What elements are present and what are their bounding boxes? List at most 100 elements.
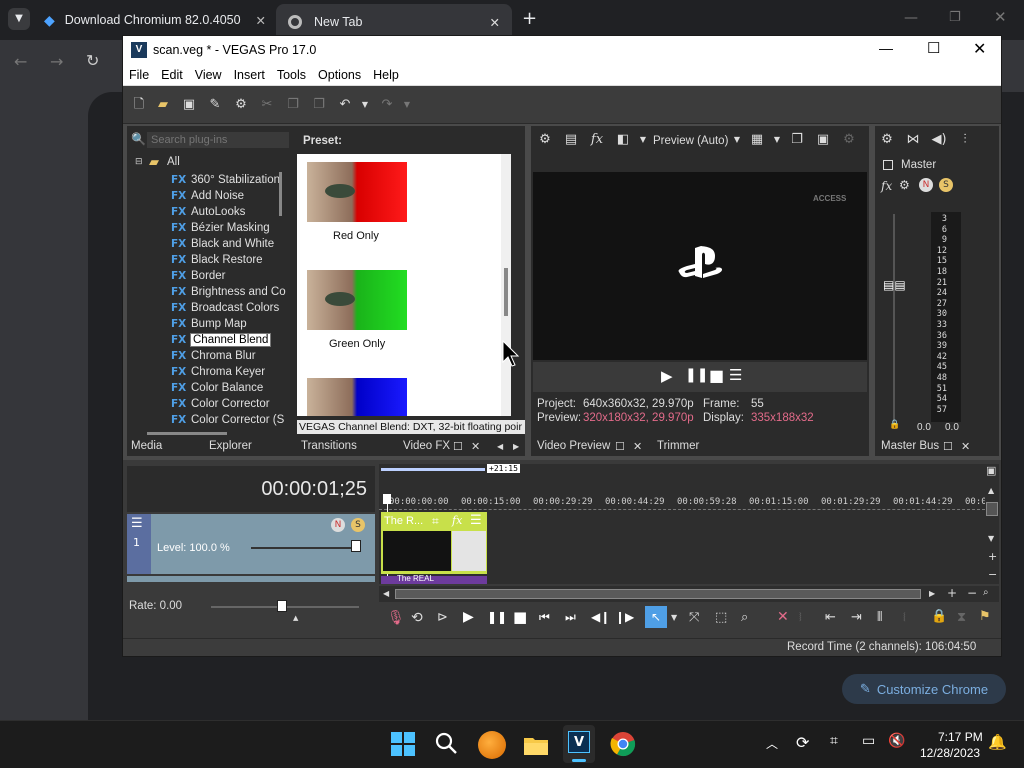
timecode[interactable]: 00:00:01;25 <box>261 478 367 501</box>
trim-start-icon[interactable]: ⇤ <box>825 610 836 625</box>
fx-icon[interactable]: fx <box>881 179 892 193</box>
plugin-tree-item[interactable]: FX Chroma Blur <box>171 348 256 364</box>
tab-transitions[interactable]: Transitions <box>301 440 357 452</box>
maximize-panel-icon[interactable]: ☐ <box>615 440 625 453</box>
preset-thumb-red[interactable] <box>307 162 407 222</box>
menu-help[interactable]: Help <box>367 64 405 82</box>
timeline-tracks[interactable]: +21:15 00:00:00:00 00:00:15:00 00:00:29:29… <box>379 464 998 584</box>
play-icon[interactable]: ▶ <box>463 609 474 625</box>
start-button[interactable] <box>390 731 418 759</box>
plugin-tree-item[interactable]: FX Black and White <box>171 236 274 252</box>
zoom-tool-icon[interactable]: ⌕ <box>983 587 989 598</box>
zoom-edit-tool-icon[interactable]: ⌕ <box>741 610 748 625</box>
close-panel-icon[interactable]: ✕ <box>471 440 480 453</box>
tab-master-bus[interactable]: Master Bus <box>881 440 939 452</box>
preset-thumb-blue[interactable] <box>307 378 407 416</box>
vegas-taskbar-icon[interactable]: V <box>563 725 595 763</box>
video-clip-2[interactable]: The REAL <box>381 574 487 584</box>
clock-time[interactable]: 7:17 PM <box>938 730 983 744</box>
tree-scrollbar[interactable] <box>279 172 282 216</box>
fx-icon[interactable]: fx <box>589 132 605 148</box>
close-icon[interactable]: ✕ <box>490 15 500 30</box>
plugin-tree-item[interactable]: FX Add Noise <box>171 188 244 204</box>
track-menu-icon[interactable]: ☰ <box>131 516 143 531</box>
loop-icon[interactable]: ⟲ <box>411 610 423 626</box>
preset-thumb-green[interactable] <box>307 270 407 330</box>
snap-icon[interactable]: ⧙ <box>903 610 906 625</box>
menu-insert[interactable]: Insert <box>228 64 271 82</box>
tree-root[interactable]: All <box>167 156 180 168</box>
close-icon[interactable]: ✕ <box>256 13 266 28</box>
preset-scrollbar[interactable] <box>501 154 511 416</box>
playhead-marker[interactable] <box>383 494 391 504</box>
tab-explorer[interactable]: Explorer <box>209 440 252 452</box>
plugin-tree-item[interactable]: FX Chroma Keyer <box>171 364 265 380</box>
master-checkbox[interactable] <box>883 160 893 170</box>
marker-flag-icon[interactable]: ⚑ <box>979 609 991 624</box>
cut-icon[interactable]: ✂ <box>259 97 275 113</box>
network-icon[interactable]: ⌗ <box>830 733 838 749</box>
scroll-right-icon[interactable]: ▶ <box>929 589 935 598</box>
scroll-up-icon[interactable]: ▲ <box>988 486 994 495</box>
fader-handle[interactable]: ▤▤ <box>883 278 906 292</box>
menu-options[interactable]: Options <box>312 64 367 82</box>
save-frame-icon[interactable]: ▣ <box>815 132 831 148</box>
menu-edit[interactable]: Edit <box>155 64 189 82</box>
plugin-tree-item[interactable]: FX Brightness and Co <box>171 284 286 300</box>
zoom-in-icon[interactable]: + <box>988 550 997 563</box>
record-icon[interactable]: 🎙 <box>387 610 405 626</box>
minimize-icon[interactable]: — <box>879 40 893 56</box>
tab-scroll-left-icon[interactable]: ◀ <box>497 442 503 451</box>
tab-trimmer[interactable]: Trimmer <box>657 440 699 452</box>
stop-icon[interactable]: ■ <box>709 366 724 385</box>
timeline-hscroll[interactable]: ◀ ▶ + − ⌕ <box>379 586 999 602</box>
split-icon[interactable]: ⫴ <box>877 610 882 625</box>
downmix-icon[interactable]: ⋈ <box>905 132 921 148</box>
zoom-out-icon[interactable]: − <box>967 586 977 600</box>
pause-icon[interactable]: ❚❚ <box>487 610 507 624</box>
selection-tool-icon[interactable]: ⬚ <box>715 610 727 625</box>
tab-search-button[interactable]: ▼ <box>8 8 30 30</box>
tab-video-preview[interactable]: Video Preview <box>537 440 610 452</box>
stop-icon[interactable]: ■ <box>513 608 527 626</box>
preview-settings-icon[interactable]: ⚙ <box>537 132 553 148</box>
display-icon[interactable]: ▭ <box>862 733 875 749</box>
customize-chrome-button[interactable]: ✎ Customize Chrome <box>842 674 1006 704</box>
grid-dropdown-icon[interactable]: ▼ <box>769 132 785 148</box>
plugin-tree-item[interactable]: FX AutoLooks <box>171 204 245 220</box>
redo-dropdown-icon[interactable]: ▼ <box>399 97 415 113</box>
render-icon[interactable]: ✎ <box>207 97 223 113</box>
mute-icon[interactable]: N <box>919 178 933 192</box>
collapse-icon[interactable]: ⊟ <box>135 157 143 167</box>
copy-snapshot-icon[interactable]: ▤ <box>563 132 579 148</box>
solo-icon[interactable]: S <box>939 178 953 192</box>
normal-edit-tool-icon[interactable]: ↖ <box>645 606 667 628</box>
new-tab-button[interactable]: + <box>522 8 537 29</box>
speaker-icon[interactable]: ◀) <box>931 132 947 148</box>
track-header-2[interactable] <box>127 576 375 582</box>
close-window-icon[interactable]: ✕ <box>994 8 1007 26</box>
clip-menu-icon[interactable]: ☰ <box>470 513 482 528</box>
plugin-tree-item[interactable]: FX Color Corrector (S <box>171 412 284 428</box>
marker-icon[interactable]: ▣ <box>986 464 996 477</box>
tree-hscrollbar[interactable] <box>147 432 227 435</box>
preview-quality-select[interactable]: Preview (Auto) <box>653 135 728 147</box>
notification-bell-icon[interactable]: 🔔 <box>988 733 1007 751</box>
save-icon[interactable]: ▣ <box>181 97 197 113</box>
scroll-down-icon[interactable]: ▼ <box>988 534 994 543</box>
menu-tools[interactable]: Tools <box>271 64 312 82</box>
plugin-tree-item[interactable]: FX 360° Stabilization <box>171 172 280 188</box>
track-header[interactable]: ☰ 1 N S Level: 100.0 % <box>127 514 375 574</box>
volume-muted-icon[interactable]: 🔇 <box>888 733 905 749</box>
level-slider-thumb[interactable] <box>351 540 361 552</box>
copy-icon[interactable]: ❐ <box>285 97 301 113</box>
menu-view[interactable]: View <box>189 64 228 82</box>
crop-icon[interactable]: ⌗ <box>432 514 439 529</box>
delete-icon[interactable]: ✕ <box>777 609 789 625</box>
timeline-vscroll[interactable]: ▣ ▲ ▼ + − <box>985 464 999 584</box>
envelope-tool-icon[interactable]: ⤧ <box>689 610 699 625</box>
zoom-out-icon[interactable]: − <box>988 568 997 581</box>
pause-icon[interactable]: ❚❚ <box>685 367 708 383</box>
close-panel-icon[interactable]: ✕ <box>961 440 970 453</box>
open-folder-icon[interactable]: ▰ <box>155 97 171 113</box>
